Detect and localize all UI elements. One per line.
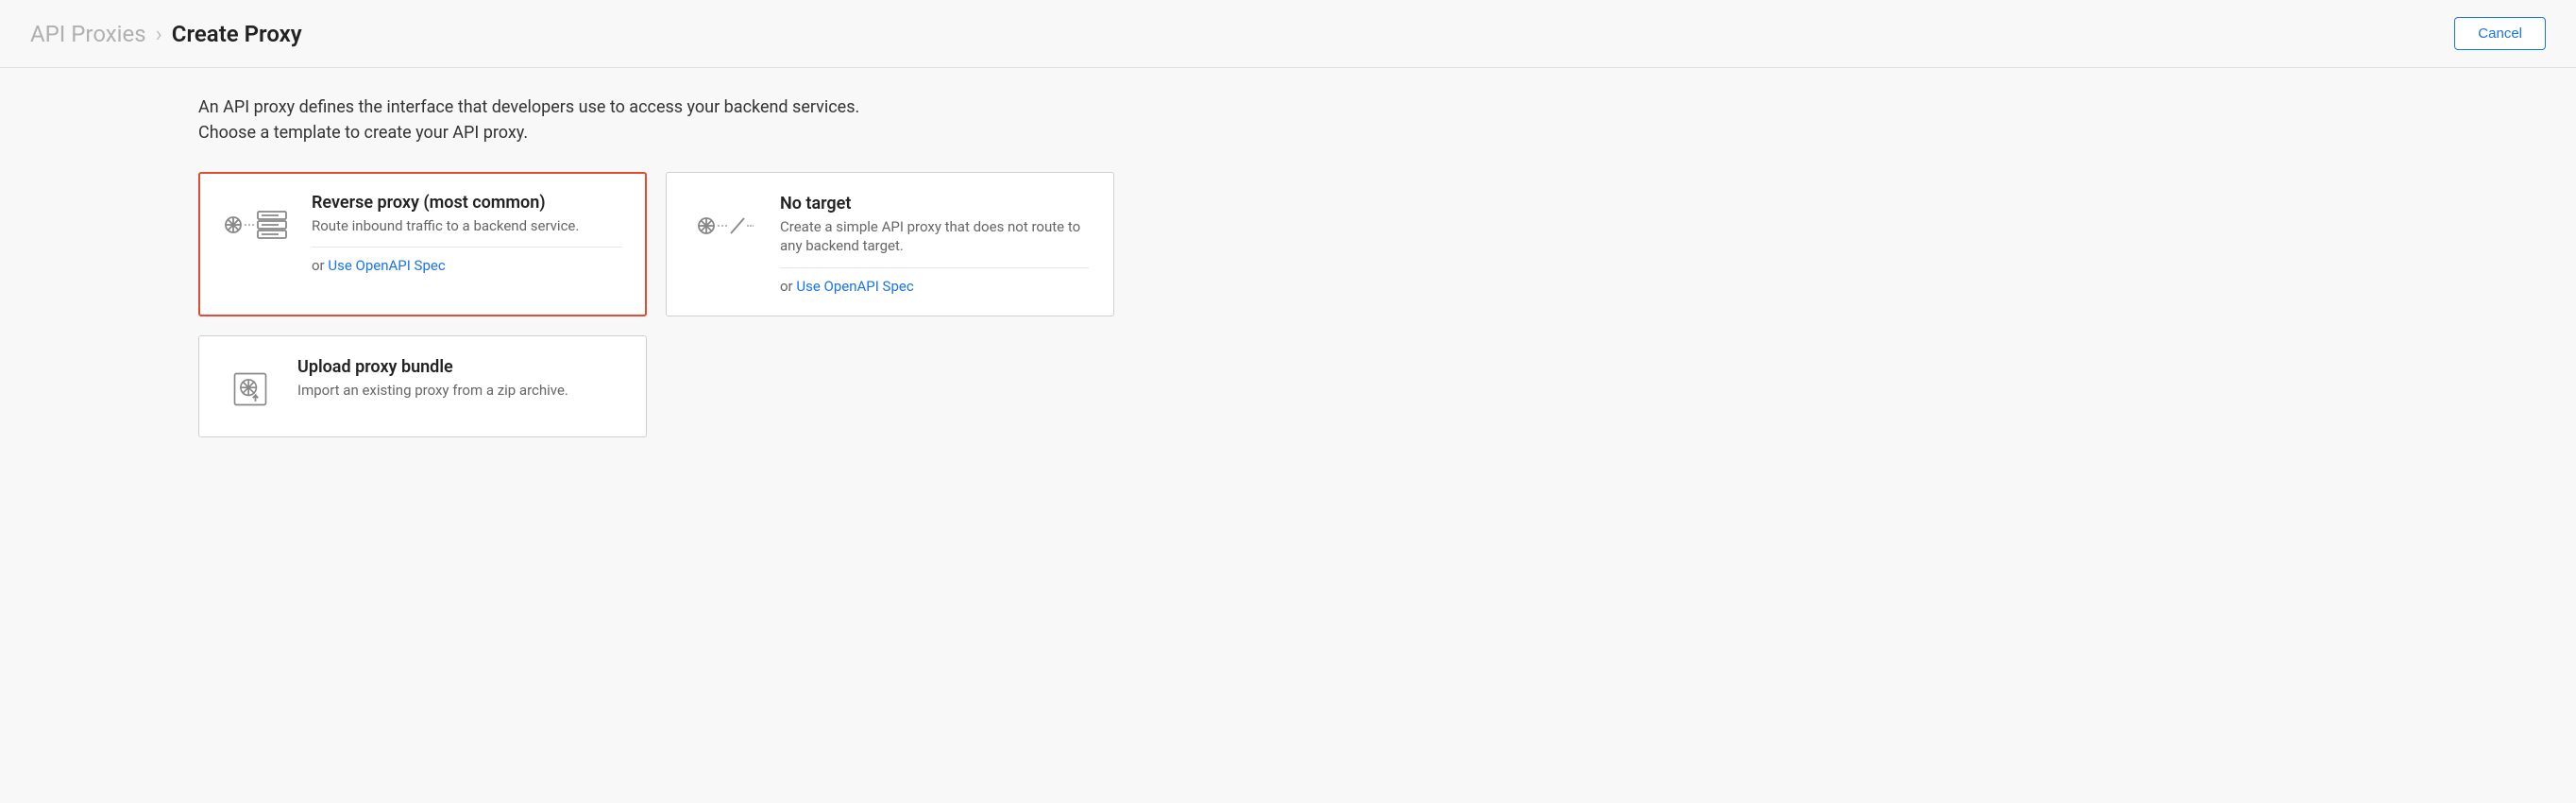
reverse-proxy-icon bbox=[223, 198, 291, 251]
openapi-spec-link[interactable]: Use OpenAPI Spec bbox=[328, 257, 445, 274]
card-alt-prefix: or bbox=[780, 278, 796, 295]
card-reverse-proxy[interactable]: Reverse proxy (most common) Route inboun… bbox=[198, 172, 647, 316]
breadcrumb-current: Create Proxy bbox=[172, 21, 302, 47]
chevron-right-icon: › bbox=[156, 21, 162, 47]
upload-bundle-icon bbox=[224, 363, 277, 416]
card-no-target[interactable]: No target Create a simple API proxy that… bbox=[666, 172, 1114, 316]
intro-text: An API proxy defines the interface that … bbox=[198, 94, 1114, 145]
cancel-button[interactable]: Cancel bbox=[2454, 17, 2546, 50]
openapi-spec-link[interactable]: Use OpenAPI Spec bbox=[796, 278, 913, 295]
card-desc: Create a simple API proxy that does not … bbox=[780, 217, 1089, 256]
intro-line2: Choose a template to create your API pro… bbox=[198, 120, 1114, 145]
card-title: Reverse proxy (most common) bbox=[312, 193, 622, 213]
card-desc: Import an existing proxy from a zip arch… bbox=[297, 381, 621, 400]
card-desc: Route inbound traffic to a backend servi… bbox=[312, 216, 622, 235]
card-upload-bundle[interactable]: Upload proxy bundle Import an existing p… bbox=[198, 335, 647, 437]
breadcrumb-parent[interactable]: API Proxies bbox=[30, 21, 146, 47]
no-target-icon bbox=[691, 199, 759, 252]
card-title: No target bbox=[780, 194, 1089, 214]
breadcrumb: API Proxies › Create Proxy bbox=[30, 21, 302, 47]
intro-line1: An API proxy defines the interface that … bbox=[198, 94, 1114, 120]
card-alt-prefix: or bbox=[312, 257, 328, 274]
card-title: Upload proxy bundle bbox=[297, 357, 621, 377]
